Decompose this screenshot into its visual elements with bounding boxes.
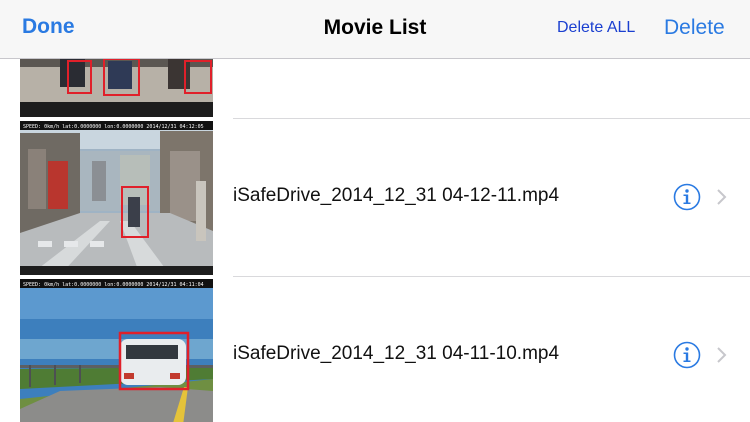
delete-all-button[interactable]: Delete ALL: [557, 19, 635, 37]
page-title: Movie List: [323, 16, 427, 39]
info-circle-icon[interactable]: [673, 341, 701, 369]
movie-filename: iSafeDrive_2014_12_31 04-12-11.mp4: [233, 185, 560, 206]
video-thumbnail: SPEED: 0km/h lat:0.0000000 lon:0.0000000…: [20, 279, 213, 422]
video-thumbnail: SPEED: 0km/h lat:0.0000000 lon:0.0000000…: [20, 121, 213, 275]
done-button[interactable]: Done: [22, 15, 75, 39]
chevron-right-icon: [717, 189, 727, 205]
navigation-bar: Done Movie List Delete ALL Delete: [0, 0, 750, 59]
video-overlay-text: SPEED: 0km/h lat:0.0000000 lon:0.0000000…: [23, 124, 204, 130]
movie-list[interactable]: SPEED: 0km/h lat:0.0000000 lon:0.0000000…: [0, 59, 750, 422]
chevron-right-icon: [717, 347, 727, 363]
list-item[interactable]: [0, 59, 750, 119]
video-thumbnail: [20, 59, 213, 117]
movie-filename: iSafeDrive_2014_12_31 04-11-10.mp4: [233, 343, 560, 364]
video-overlay-text: SPEED: 0km/h lat:0.0000000 lon:0.0000000…: [23, 282, 204, 288]
delete-button[interactable]: Delete: [664, 16, 725, 40]
list-item[interactable]: SPEED: 0km/h lat:0.0000000 lon:0.0000000…: [0, 119, 750, 277]
list-item[interactable]: SPEED: 0km/h lat:0.0000000 lon:0.0000000…: [0, 277, 750, 422]
info-circle-icon[interactable]: [673, 183, 701, 211]
